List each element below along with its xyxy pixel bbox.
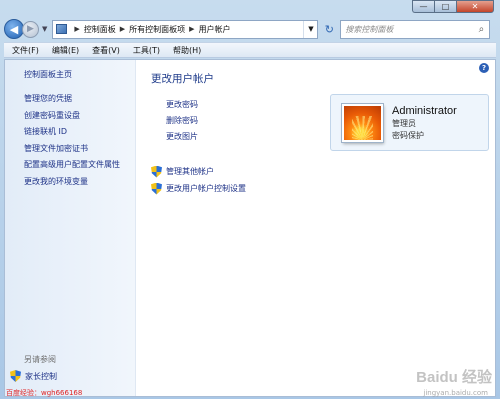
account-info: Administrator 管理员 密码保护 [392,105,457,141]
avatar [342,103,383,142]
uac-shield-icon [151,166,162,178]
caption-buttons: — □ ✕ [412,0,494,13]
uac-shield-icon [10,370,21,382]
menu-help[interactable]: 帮助(H) [173,45,201,56]
main-panel: ? 更改用户帐户 更改密码 删除密码 更改图片 管理其他帐户 更改用户帐户控制设… [137,60,495,396]
account-action-links: 更改密码 删除密码 更改图片 [166,99,198,147]
change-password-link[interactable]: 更改密码 [166,99,198,115]
parental-controls-link[interactable]: 家长控制 [10,370,57,382]
sidebar-item-encryption-certificates[interactable]: 管理文件加密证书 [24,143,120,160]
content-area: 控制面板主页 管理您的凭据 创建密码重设盘 链接联机 ID 管理文件加密证书 配… [4,59,496,397]
admin-action-links: 管理其他帐户 更改用户帐户控制设置 [151,163,246,197]
menu-edit[interactable]: 编辑(E) [52,45,79,56]
account-status: 密码保护 [392,130,424,140]
page-title: 更改用户帐户 [151,73,214,85]
remove-password-link[interactable]: 删除密码 [166,115,198,131]
account-card: Administrator 管理员 密码保护 [330,94,489,151]
manage-other-accounts-link[interactable]: 管理其他帐户 [151,163,246,180]
maximize-button[interactable]: □ [434,0,456,13]
crumb-separator-icon[interactable]: ▶ [189,25,194,33]
sidebar-item-link-online-id[interactable]: 链接联机 ID [24,126,120,143]
forward-arrow-icon[interactable]: ▶ [22,20,39,38]
breadcrumb-control-panel[interactable]: 控制面板 [84,24,116,35]
address-bar[interactable]: ▶ 控制面板 ▶ 所有控制面板项 ▶ 用户帐户 ▼ [52,19,319,39]
sidebar-item-environment-variables[interactable]: 更改我的环境变量 [24,176,120,193]
minimize-button[interactable]: — [412,0,434,13]
search-icon[interactable]: ⌕ [473,24,489,35]
watermark-author-text: 百度经验：wgh666168 [6,389,83,397]
menu-file[interactable]: 文件(F) [12,45,39,56]
recent-pages-dropdown-icon[interactable]: ▼ [42,25,47,33]
breadcrumb-all-items[interactable]: 所有控制面板项 [129,24,185,35]
uac-settings-link[interactable]: 更改用户帐户控制设置 [151,180,246,197]
watermark-url: jingyan.baidu.com [423,389,488,397]
window-frame: — □ ✕ ◀ ▶ ▼ ▶ 控制面板 ▶ 所有控制面板项 ▶ 用户帐户 ▼ ↻ … [0,0,500,399]
close-button[interactable]: ✕ [456,0,494,13]
task-sidebar: 控制面板主页 管理您的凭据 创建密码重设盘 链接联机 ID 管理文件加密证书 配… [5,60,136,396]
change-picture-link[interactable]: 更改图片 [166,131,198,147]
crumb-separator-icon[interactable]: ▶ [74,25,79,33]
menu-bar: 文件(F) 编辑(E) 查看(V) 工具(T) 帮助(H) [4,42,496,58]
uac-shield-icon [151,183,162,195]
address-dropdown-icon[interactable]: ▼ [303,20,317,38]
menu-tools[interactable]: 工具(T) [133,45,160,56]
breadcrumb-user-accounts[interactable]: 用户帐户 [199,24,231,35]
crumb-separator-icon[interactable]: ▶ [120,25,125,33]
uac-settings-label: 更改用户帐户控制设置 [166,184,246,193]
sidebar-item-advanced-profile[interactable]: 配置高级用户配置文件属性 [24,159,120,176]
refresh-icon[interactable]: ↻ [320,20,338,39]
menu-view[interactable]: 查看(V) [92,45,120,56]
back-arrow-icon[interactable]: ◀ [4,19,24,39]
account-name: Administrator [392,104,457,117]
control-panel-icon [56,24,68,34]
manage-other-accounts-label: 管理其他帐户 [166,167,214,176]
search-input[interactable]: 搜索控制面板 ⌕ [340,19,491,39]
help-icon[interactable]: ? [479,63,489,73]
parental-controls-label: 家长控制 [25,371,57,381]
control-panel-home-link[interactable]: 控制面板主页 [24,69,72,80]
navigation-bar: ◀ ▶ ▼ ▶ 控制面板 ▶ 所有控制面板项 ▶ 用户帐户 ▼ ↻ 搜索控制面板… [4,17,496,41]
sidebar-task-list: 管理您的凭据 创建密码重设盘 链接联机 ID 管理文件加密证书 配置高级用户配置… [24,93,120,192]
sidebar-item-password-reset-disk[interactable]: 创建密码重设盘 [24,110,120,127]
account-role: 管理员 [392,118,416,128]
sidebar-item-manage-credentials[interactable]: 管理您的凭据 [24,93,120,110]
search-placeholder: 搜索控制面板 [345,24,394,34]
watermark-logo: Baidu 经验 [416,369,492,386]
see-also-heading: 另请参阅 [24,355,56,364]
